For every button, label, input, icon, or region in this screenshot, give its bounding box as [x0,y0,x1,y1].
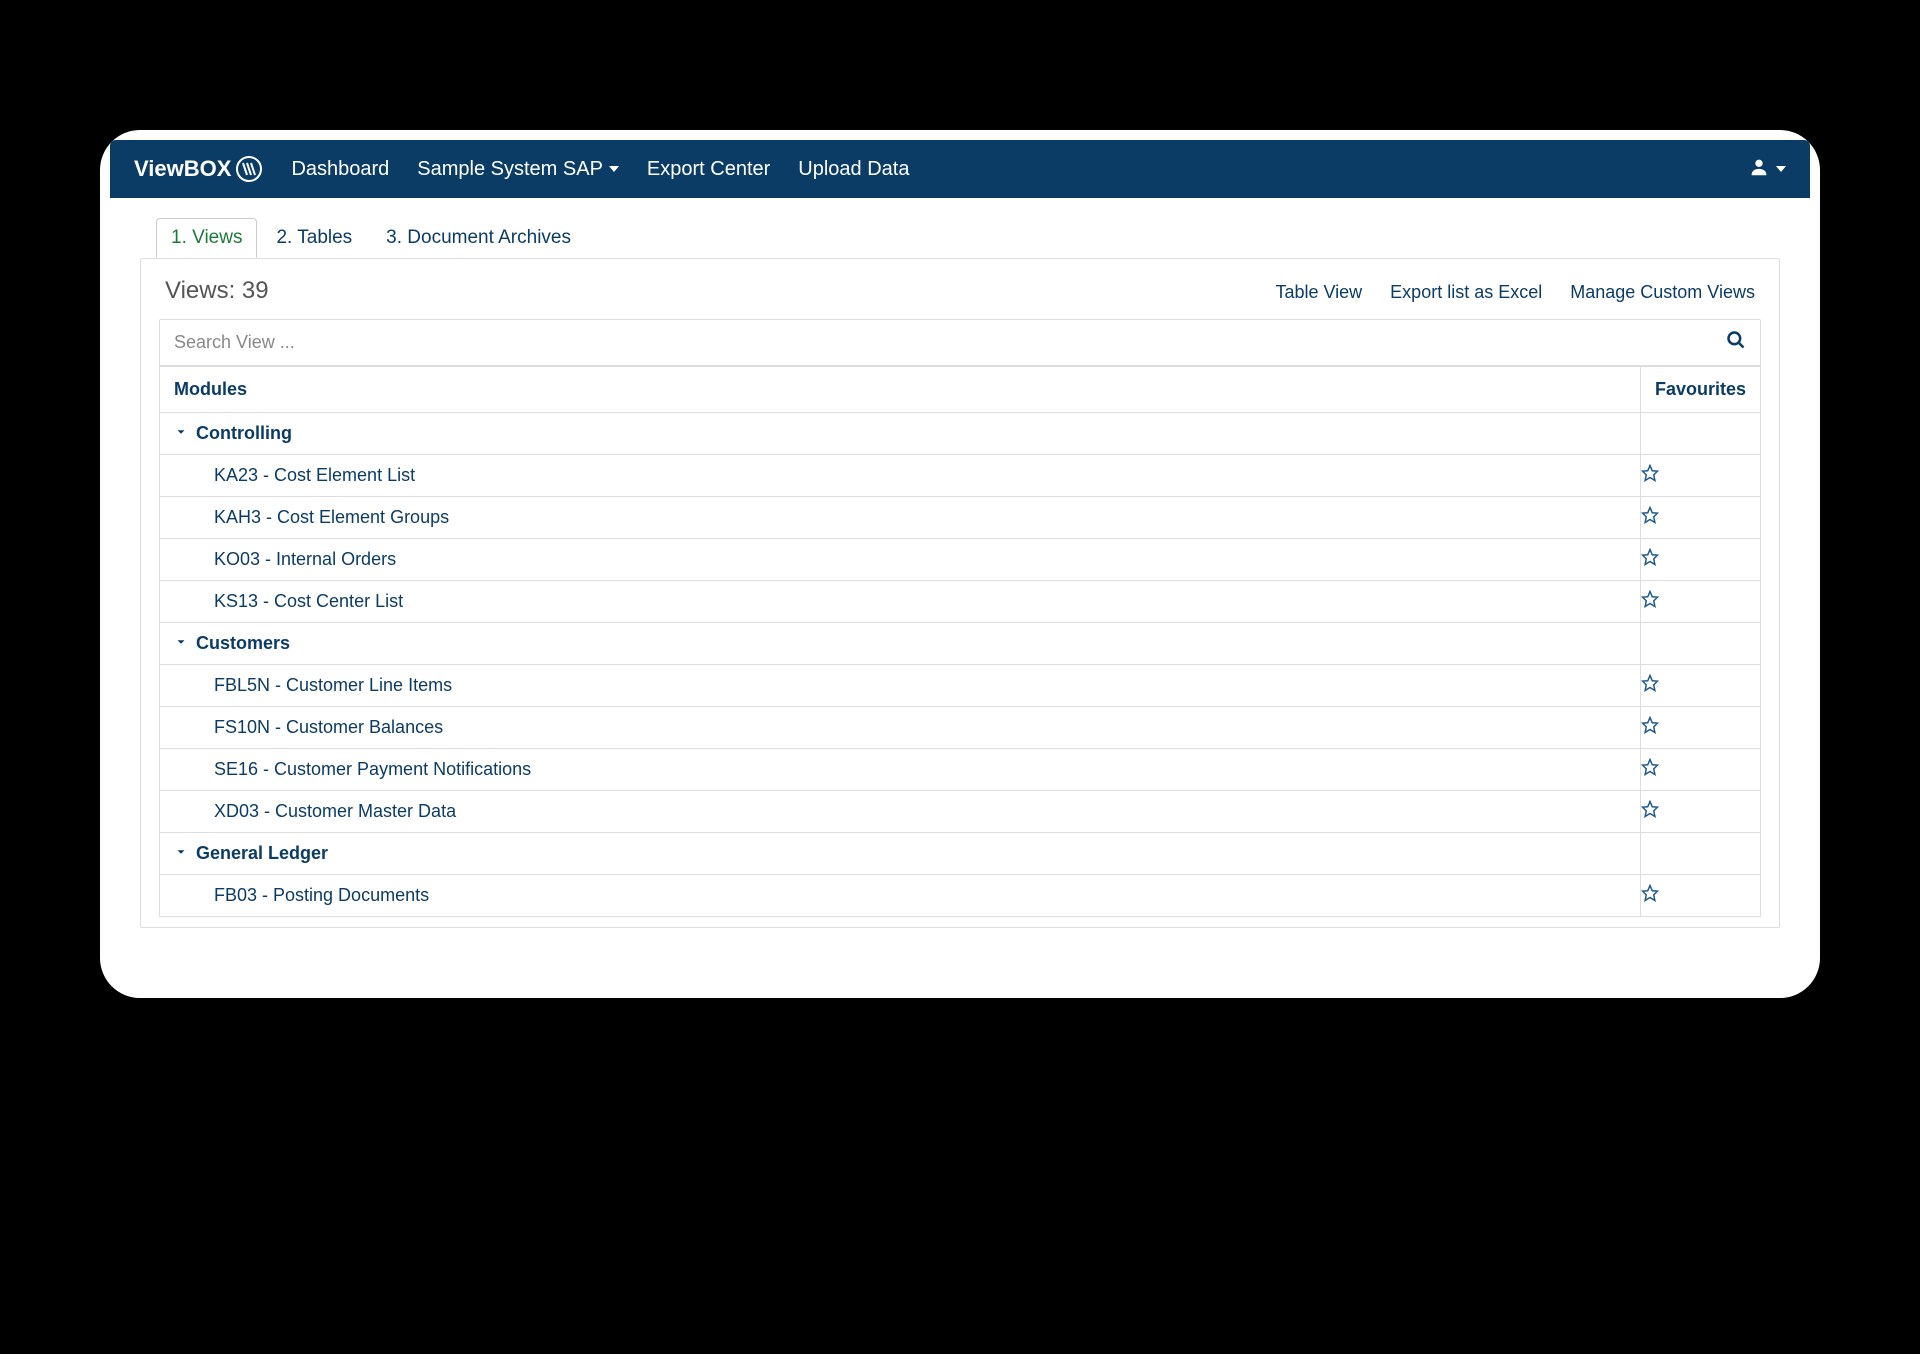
nav-dashboard-label: Dashboard [291,158,389,181]
col-favourites[interactable]: Favourites [1640,367,1760,413]
view-item[interactable]: FS10N - Customer Balances [160,707,1641,749]
module-group-fav-cell [1640,413,1760,455]
view-item[interactable]: KO03 - Internal Orders [160,539,1641,581]
module-group-toggle[interactable]: Customers [160,623,1641,665]
star-icon [1641,549,1659,571]
view-item[interactable]: KA23 - Cost Element List [160,455,1641,497]
search-row [159,319,1761,366]
search-input[interactable] [174,332,1726,353]
brand-icon [235,155,263,183]
top-nav-bar: ViewBOX Dashboard Sample System SAP Expo… [110,140,1810,198]
star-icon [1641,885,1659,907]
nav-upload-data[interactable]: Upload Data [798,158,909,181]
tab-views-label: 1. Views [171,227,242,248]
chevron-down-icon [174,843,188,864]
favourite-toggle[interactable] [1640,539,1760,581]
tab-tables-label: 2. Tables [276,227,352,248]
star-icon [1641,591,1659,613]
tab-archives-label: 3. Document Archives [386,227,571,248]
nav-system-label: Sample System SAP [417,158,603,181]
brand-logo[interactable]: ViewBOX [134,155,263,183]
action-table-view[interactable]: Table View [1275,282,1362,303]
tab-views[interactable]: 1. Views [156,218,257,258]
brand-suffix: BOX [184,156,232,182]
favourite-toggle[interactable] [1640,581,1760,623]
user-menu[interactable] [1748,156,1786,183]
module-group-toggle[interactable]: Controlling [160,413,1641,455]
favourite-toggle[interactable] [1640,707,1760,749]
view-item[interactable]: KS13 - Cost Center List [160,581,1641,623]
star-icon [1641,465,1659,487]
col-modules[interactable]: Modules [160,367,1641,413]
module-group-label: Controlling [196,423,292,443]
views-panel: Views: 39 Table View Export list as Exce… [140,258,1780,928]
module-group-label: Customers [196,633,290,653]
nav-system-dropdown[interactable]: Sample System SAP [417,158,619,181]
views-count-title: Views: 39 [165,277,269,305]
star-icon [1641,507,1659,529]
views-table: Modules Favourites Controlling KA23 - Cos… [159,366,1761,917]
favourite-toggle[interactable] [1640,497,1760,539]
tab-archives[interactable]: 3. Document Archives [371,218,586,258]
caret-down-icon [1776,166,1786,172]
view-item[interactable]: SE16 - Customer Payment Notifications [160,749,1641,791]
view-item[interactable]: FBL5N - Customer Line Items [160,665,1641,707]
favourite-toggle[interactable] [1640,665,1760,707]
module-group-toggle[interactable]: General Ledger [160,833,1641,875]
content-area: 1. Views 2. Tables 3. Document Archives … [100,198,1820,938]
tab-bar: 1. Views 2. Tables 3. Document Archives [156,218,1780,259]
search-icon[interactable] [1726,330,1746,355]
favourite-toggle[interactable] [1640,455,1760,497]
brand-prefix: View [134,156,184,182]
user-icon [1748,156,1770,183]
star-icon [1641,717,1659,739]
app-window: ViewBOX Dashboard Sample System SAP Expo… [100,130,1820,998]
module-group-label: General Ledger [196,843,328,863]
module-group-fav-cell [1640,833,1760,875]
star-icon [1641,675,1659,697]
view-item[interactable]: KAH3 - Cost Element Groups [160,497,1641,539]
action-export-excel[interactable]: Export list as Excel [1390,282,1542,303]
caret-down-icon [609,166,619,172]
star-icon [1641,801,1659,823]
view-item[interactable]: XD03 - Customer Master Data [160,791,1641,833]
nav-upload-data-label: Upload Data [798,158,909,181]
favourite-toggle[interactable] [1640,791,1760,833]
action-manage-custom-views[interactable]: Manage Custom Views [1570,282,1755,303]
star-icon [1641,759,1659,781]
nav-export-center-label: Export Center [647,158,770,181]
favourite-toggle[interactable] [1640,875,1760,917]
chevron-down-icon [174,633,188,654]
panel-header: Views: 39 Table View Export list as Exce… [159,277,1761,305]
module-group-fav-cell [1640,623,1760,665]
panel-actions: Table View Export list as Excel Manage C… [1275,282,1755,303]
favourite-toggle[interactable] [1640,749,1760,791]
tab-tables[interactable]: 2. Tables [261,218,367,258]
nav-dashboard[interactable]: Dashboard [291,158,389,181]
chevron-down-icon [174,423,188,444]
view-item[interactable]: FB03 - Posting Documents [160,875,1641,917]
nav-export-center[interactable]: Export Center [647,158,770,181]
